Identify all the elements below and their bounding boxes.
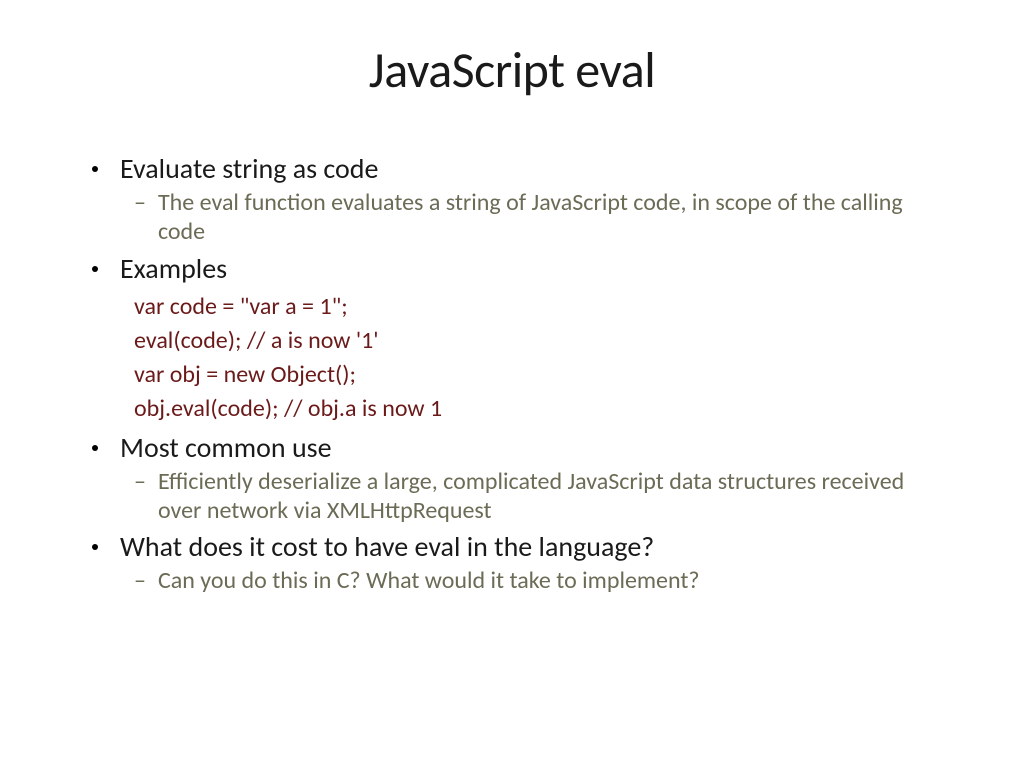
- sub-list: – Can you do this in C? What would it ta…: [134, 566, 932, 595]
- bullet-list: Evaluate string as code – The eval funct…: [92, 151, 932, 596]
- bullet-line: Examples: [92, 251, 932, 286]
- bullet-text: What does it cost to have eval in the la…: [120, 529, 654, 564]
- sub-list: – The eval function evaluates a string o…: [134, 188, 932, 247]
- sub-item: – Can you do this in C? What would it ta…: [134, 566, 932, 595]
- bullet-item: What does it cost to have eval in the la…: [92, 529, 932, 595]
- bullet-icon: [92, 445, 98, 451]
- sub-text: Efficiently deserialize a large, complic…: [158, 467, 932, 526]
- bullet-item: Evaluate string as code – The eval funct…: [92, 151, 932, 247]
- dash-icon: –: [134, 566, 146, 595]
- code-block: var code = "var a = 1"; eval(code); // a…: [134, 290, 932, 426]
- dash-line: – Can you do this in C? What would it ta…: [134, 566, 932, 595]
- slide: JavaScript eval Evaluate string as code …: [0, 40, 1024, 768]
- bullet-item: Examples var code = "var a = 1"; eval(co…: [92, 251, 932, 426]
- slide-title: JavaScript eval: [0, 40, 1024, 101]
- bullet-line: Most common use: [92, 430, 932, 465]
- bullet-text: Examples: [120, 251, 227, 286]
- code-line: var code = "var a = 1";: [134, 290, 932, 324]
- bullet-line: Evaluate string as code: [92, 151, 932, 186]
- sub-text: Can you do this in C? What would it take…: [158, 566, 700, 595]
- dash-icon: –: [134, 188, 146, 217]
- bullet-icon: [92, 544, 98, 550]
- sub-item: – Efficiently deserialize a large, compl…: [134, 467, 932, 526]
- sub-text: The eval function evaluates a string of …: [158, 188, 932, 247]
- bullet-text: Most common use: [120, 430, 332, 465]
- dash-icon: –: [134, 467, 146, 496]
- code-line: var obj = new Object();: [134, 358, 932, 392]
- bullet-icon: [92, 266, 98, 272]
- sub-list: – Efficiently deserialize a large, compl…: [134, 467, 932, 526]
- dash-line: – Efficiently deserialize a large, compl…: [134, 467, 932, 526]
- code-line: obj.eval(code); // obj.a is now 1: [134, 392, 932, 426]
- dash-line: – The eval function evaluates a string o…: [134, 188, 932, 247]
- bullet-text: Evaluate string as code: [120, 151, 378, 186]
- bullet-line: What does it cost to have eval in the la…: [92, 529, 932, 564]
- bullet-item: Most common use – Efficiently deserializ…: [92, 430, 932, 526]
- code-line: eval(code); // a is now '1': [134, 324, 932, 358]
- slide-content: Evaluate string as code – The eval funct…: [0, 151, 1024, 596]
- sub-item: – The eval function evaluates a string o…: [134, 188, 932, 247]
- bullet-icon: [92, 166, 98, 172]
